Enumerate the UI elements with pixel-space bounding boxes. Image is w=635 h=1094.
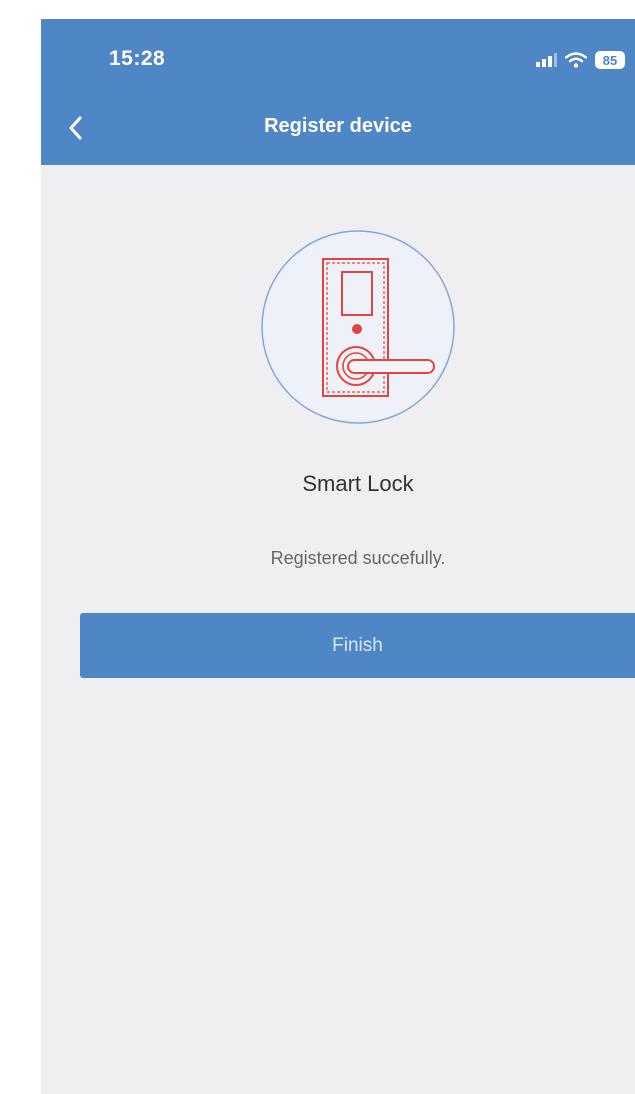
app-screen: 15:28 85 Register device Smart Lock Regi… (41, 19, 635, 1094)
app-header: 15:28 85 Register device (41, 19, 635, 165)
finish-button[interactable]: Finish (80, 613, 635, 678)
cellular-signal-icon (536, 53, 557, 67)
battery-icon: 85 (595, 51, 625, 69)
page-title: Register device (264, 115, 412, 137)
status-time: 15:28 (109, 47, 166, 70)
smart-lock-icon (261, 230, 455, 424)
registration-status-message: Registered succefully. (270, 548, 446, 568)
wifi-icon (565, 52, 587, 68)
device-illustration (260, 229, 456, 425)
status-icons: 85 (535, 51, 625, 69)
device-name: Smart Lock (302, 471, 414, 496)
